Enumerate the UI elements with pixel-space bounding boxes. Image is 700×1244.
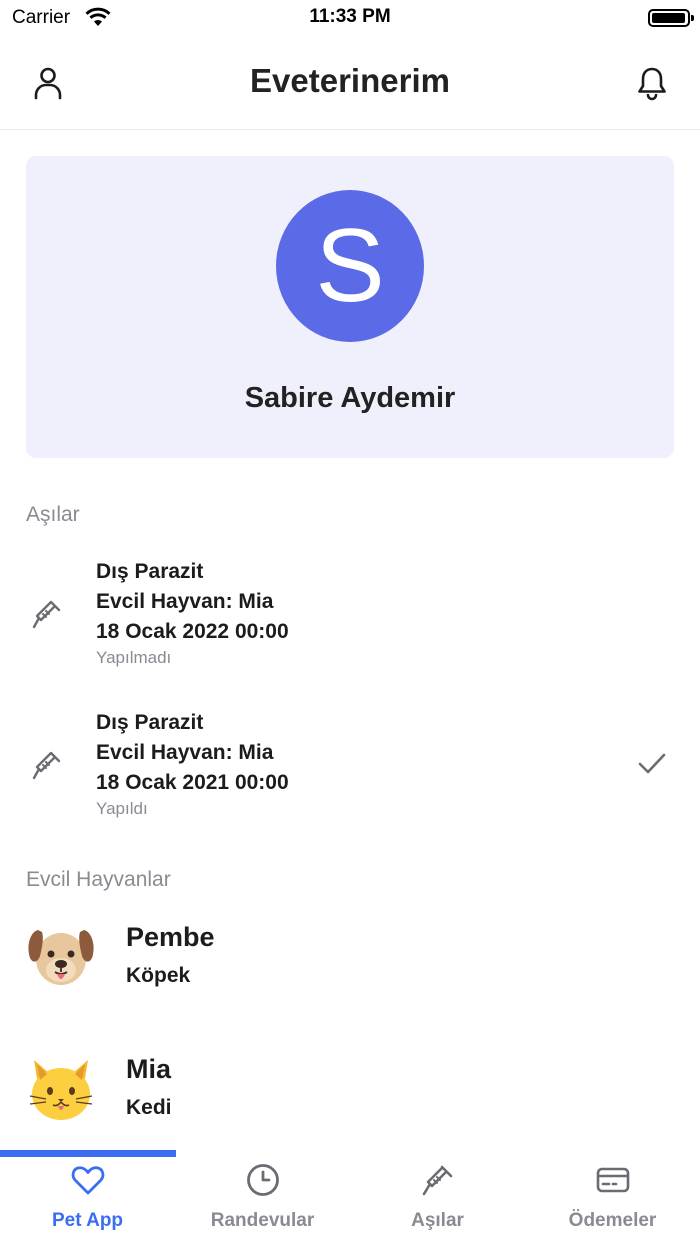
profile-name: Sabire Aydemir xyxy=(244,382,456,414)
vaccine-status: Yapıldı xyxy=(96,799,148,818)
avatar: S xyxy=(276,190,424,342)
tab-pet-app[interactable]: Pet App xyxy=(0,1150,175,1244)
section-title-pets: Evcil Hayvanlar xyxy=(26,868,171,891)
dog-face-icon xyxy=(28,930,94,985)
page-title: Eveterinerim xyxy=(250,62,450,99)
notifications-button[interactable] xyxy=(634,64,670,102)
tab-label: Aşılar xyxy=(411,1210,464,1231)
tab-appointments[interactable]: Randevular xyxy=(175,1150,350,1244)
vaccine-status: Yapılmadı xyxy=(96,648,172,667)
vaccine-pet: Evcil Hayvan: Mia xyxy=(96,741,274,764)
pet-item[interactable]: Pembe Köpek xyxy=(0,922,700,1022)
bell-icon xyxy=(638,67,666,101)
tab-bar: Pet App Randevular Aşılar Ödemeler xyxy=(0,1150,700,1244)
pet-name: Mia xyxy=(126,1054,172,1084)
syringe-icon xyxy=(422,1165,453,1196)
syringe-icon xyxy=(32,751,61,780)
profile-card[interactable]: S Sabire Aydemir xyxy=(26,156,674,458)
battery-icon xyxy=(648,9,694,27)
section-title-vaccines: Aşılar xyxy=(26,503,80,526)
vaccine-date: 18 Ocak 2022 00:00 xyxy=(96,620,289,643)
vaccine-name: Dış Parazit xyxy=(96,560,204,583)
tab-payments[interactable]: Ödemeler xyxy=(525,1150,700,1244)
navigation-bar: Eveterinerim xyxy=(0,36,700,130)
tab-label: Ödemeler xyxy=(568,1210,657,1231)
clock-icon xyxy=(247,1164,279,1196)
vaccine-item[interactable]: Dış Parazit Evcil Hayvan: Mia 18 Ocak 20… xyxy=(0,708,700,848)
cat-face-icon xyxy=(29,1060,93,1120)
heart-icon xyxy=(71,1166,105,1195)
vaccine-date: 18 Ocak 2021 00:00 xyxy=(96,771,289,794)
pet-item[interactable]: Mia Kedi xyxy=(0,1054,700,1154)
vaccine-item[interactable]: Dış Parazit Evcil Hayvan: Mia 18 Ocak 20… xyxy=(0,557,700,697)
tab-vaccines[interactable]: Aşılar xyxy=(350,1150,525,1244)
vaccine-name: Dış Parazit xyxy=(96,711,204,734)
clock-time: 11:33 PM xyxy=(309,6,391,27)
credit-card-icon xyxy=(596,1167,630,1193)
tab-label: Pet App xyxy=(51,1210,124,1231)
checkmark-icon xyxy=(638,753,666,774)
status-bar: Carrier 11:33 PM xyxy=(0,0,700,36)
vaccine-pet: Evcil Hayvan: Mia xyxy=(96,590,274,613)
pet-name: Pembe xyxy=(126,922,215,952)
syringe-icon xyxy=(32,600,61,629)
pet-type: Kedi xyxy=(126,1096,172,1119)
tab-label: Randevular xyxy=(210,1210,315,1231)
pet-type: Köpek xyxy=(126,964,191,987)
